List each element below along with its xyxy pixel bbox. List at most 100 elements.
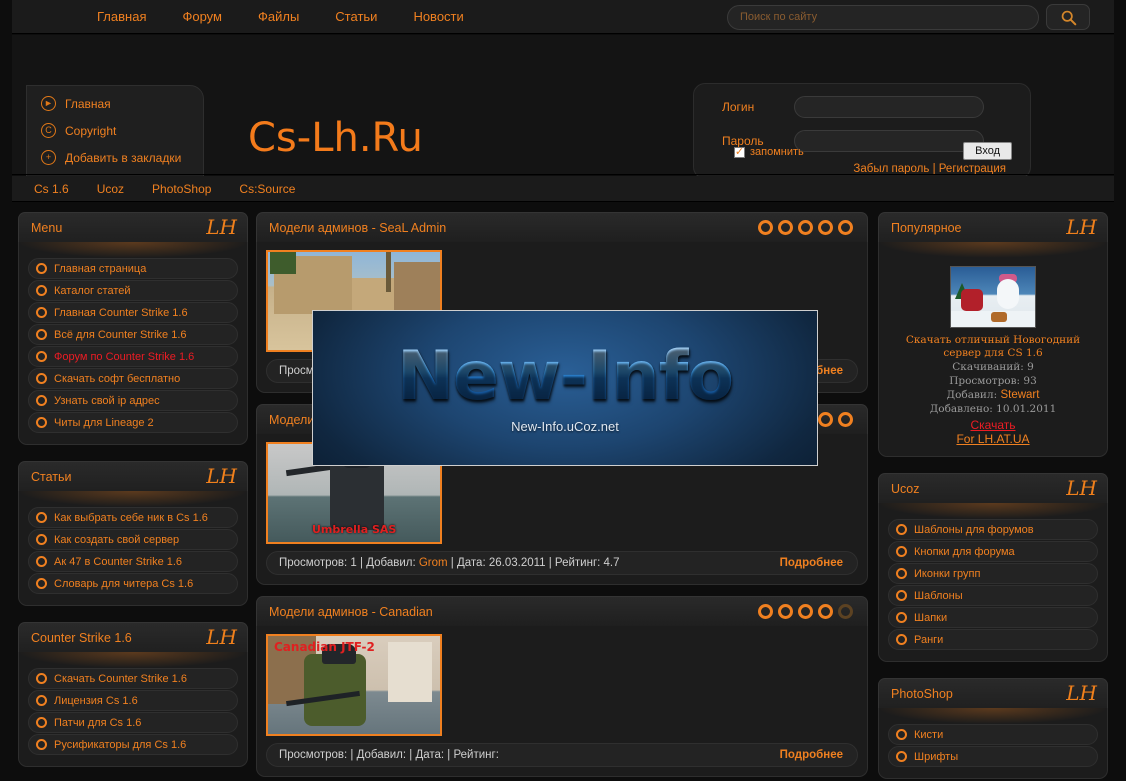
subnav-item-3[interactable]: Cs:Source [239,182,295,196]
site-logo[interactable]: Cs-Lh.Ru [248,115,423,161]
quicklink-home[interactable]: ► Главная [41,96,203,111]
star-icon[interactable] [758,220,773,235]
left-block-1-item-2[interactable]: Ак 47 в Counter Strike 1.6 [28,551,238,572]
topnav-item-3[interactable]: Статьи [335,9,377,24]
left-block-0-item-7[interactable]: Читы для Lineage 2 [28,412,238,433]
left-block-2-item-label: Лицензия Cs 1.6 [54,694,138,707]
bullet-icon [36,307,47,318]
left-block-0-item-4[interactable]: Форум по Counter Strike 1.6 [28,346,238,367]
remember-checkbox[interactable]: ✓ [734,146,745,158]
remember-me[interactable]: ✓ запомнить [734,146,804,158]
left-block-2-item-1[interactable]: Лицензия Cs 1.6 [28,690,238,711]
left-block-2-item-2[interactable]: Патчи для Cs 1.6 [28,712,238,733]
article-0-rating-stars[interactable] [758,220,853,235]
article-2-thumbnail[interactable]: Canadian JTF-2 [266,634,442,736]
right-block-1-item-0[interactable]: Шаблоны для форумов [888,519,1098,540]
watermark-title: New-Info [396,336,734,416]
quicklink-bookmark-label: Добавить в закладки [65,150,182,165]
top-bar: Главная Форум Файлы Статьи Новости [12,0,1114,34]
article-1-more-link[interactable]: Подробнее [780,557,843,569]
star-icon[interactable] [798,604,813,619]
bullet-icon [36,673,47,684]
topnav-item-0[interactable]: Главная [97,9,146,24]
bullet-icon [896,612,907,623]
left-block-0-item-2[interactable]: Главная Counter Strike 1.6 [28,302,238,323]
right-block-1-item-5[interactable]: Ранги [888,629,1098,650]
left-block-1-item-3[interactable]: Словарь для читера Cs 1.6 [28,573,238,594]
left-block-0-item-3[interactable]: Всё для Counter Strike 1.6 [28,324,238,345]
article-0-title[interactable]: Модели админов - SeaL Admin [269,221,446,235]
left-block-2-item-0[interactable]: Скачать Counter Strike 1.6 [28,668,238,689]
page-root: Главная Форум Файлы Статьи Новости ► Гла… [0,0,1126,781]
right-block-2-item-1[interactable]: Шрифты [888,746,1098,767]
star-icon[interactable] [758,604,773,619]
right-block-1-item-1[interactable]: Кнопки для форума [888,541,1098,562]
watermark-overlay: New-Info New-Info.uCoz.net [312,310,818,466]
login-input[interactable] [794,96,984,118]
right-block-1-item-4[interactable]: Шапки [888,607,1098,628]
right-block-1-item-2[interactable]: Иконки групп [888,563,1098,584]
right-block-1-item-3[interactable]: Шаблоны [888,585,1098,606]
password-input[interactable] [794,130,984,152]
subnav-item-2[interactable]: PhotoShop [152,182,211,196]
popular-date: Добавлено: 10.01.2011 [929,403,1057,415]
plus-circle-icon: + [41,150,56,165]
quicklink-bookmark[interactable]: + Добавить в закладки [41,150,203,165]
star-icon[interactable] [778,220,793,235]
popular-author-value[interactable]: Stewart [1000,389,1039,401]
left-block-0-item-0[interactable]: Главная страница [28,258,238,279]
lh-logo-icon: LH [1066,475,1097,500]
left-block-1-item-1[interactable]: Как создать свой сервер [28,529,238,550]
left-block-0-item-1[interactable]: Каталог статей [28,280,238,301]
star-icon[interactable] [818,604,833,619]
star-icon[interactable] [818,220,833,235]
subnav-item-1[interactable]: Ucoz [97,182,124,196]
right-block-2-list: Кисти Шрифты [888,724,1098,767]
right-block-0-header: Популярное LH [878,212,1108,242]
subnav-item-0[interactable]: Cs 1.6 [34,182,69,196]
popular-title[interactable]: Скачать отличный Новогодний сервер для C… [888,334,1098,360]
right-block-2-body: Кисти Шрифты [878,708,1108,779]
bullet-icon [36,534,47,545]
right-block-2-header: PhotoShop LH [878,678,1108,708]
copyright-icon: C [41,123,56,138]
article-2-title[interactable]: Модели админов - Canadian [269,605,433,619]
star-icon[interactable] [838,604,853,619]
topnav-item-1[interactable]: Форум [182,9,222,24]
article-1-footer: Просмотров: 1 | Добавил: Grom | Дата: 26… [266,551,858,575]
left-block-2-item-3[interactable]: Русификаторы для Cs 1.6 [28,734,238,755]
left-block-1-item-label: Ак 47 в Counter Strike 1.6 [54,555,183,568]
left-block-1-list: Как выбрать себе ник в Cs 1.6 Как создать… [28,507,238,594]
left-block-0-item-5[interactable]: Скачать софт бесплатно [28,368,238,389]
star-icon[interactable] [818,412,833,427]
right-block-2-item-0[interactable]: Кисти [888,724,1098,745]
register-link[interactable]: Регистрация [939,163,1006,175]
login-submit-button[interactable]: Вход [963,142,1012,160]
right-block-1-item-label: Шапки [914,611,948,624]
left-block-1-item-0[interactable]: Как выбрать себе ник в Cs 1.6 [28,507,238,528]
left-block-1-title: Статьи [31,469,72,484]
search-button[interactable] [1046,4,1090,30]
popular-thumbnail[interactable] [950,266,1036,328]
bullet-icon [36,417,47,428]
quicklink-copyright[interactable]: C Copyright [41,123,203,138]
article-1-author[interactable]: Grom [419,557,448,569]
star-icon[interactable] [838,220,853,235]
topnav-item-2[interactable]: Файлы [258,9,299,24]
article-2-more-link[interactable]: Подробнее [780,749,843,761]
watermark-subtitle: New-Info.uCoz.net [511,418,619,434]
bullet-icon [36,395,47,406]
search-input[interactable] [727,4,1039,30]
article-2-rating-stars[interactable] [758,604,853,619]
topnav-item-4[interactable]: Новости [413,9,463,24]
login-row: Логин [722,96,1030,118]
star-icon[interactable] [798,220,813,235]
star-icon[interactable] [778,604,793,619]
popular-footer-link[interactable]: For LH.AT.UA [888,432,1098,446]
bullet-icon [36,285,47,296]
left-block-0-item-label: Читы для Lineage 2 [54,416,154,429]
forgot-password-link[interactable]: Забыл пароль [853,163,929,175]
popular-download-link[interactable]: Скачать [888,418,1098,432]
star-icon[interactable] [838,412,853,427]
left-block-0-item-6[interactable]: Узнать свой ip адрес [28,390,238,411]
